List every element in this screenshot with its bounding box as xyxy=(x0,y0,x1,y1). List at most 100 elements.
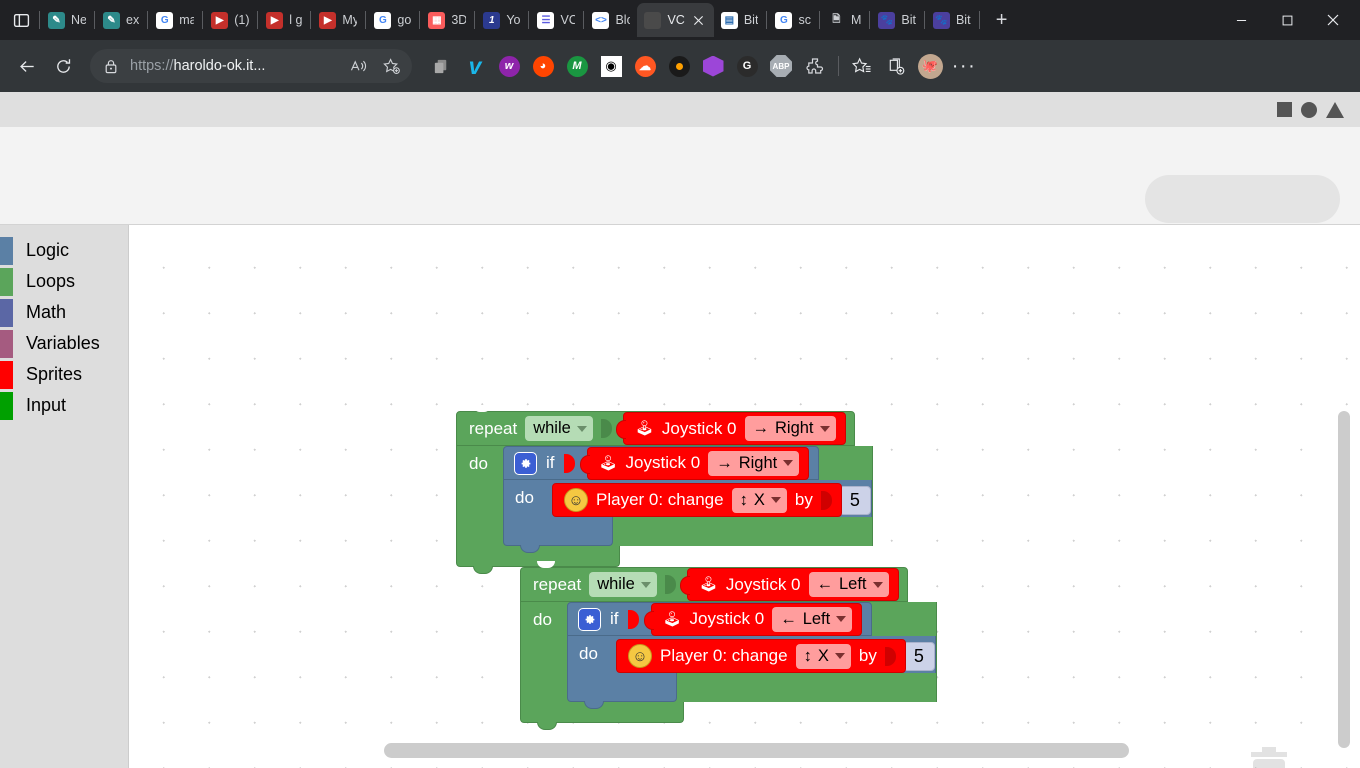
hexagon-icon[interactable] xyxy=(696,49,730,83)
collections-icon[interactable] xyxy=(879,49,913,83)
repeat-header[interactable]: repeat while 🕹 Joystick 0 → Right xyxy=(456,405,855,446)
joystick-condition-block[interactable]: 🕹 Joystick 0 ← Left xyxy=(643,602,863,636)
axis-dropdown[interactable]: ↕ X xyxy=(731,487,787,513)
browser-tab[interactable]: G sc xyxy=(768,3,818,37)
direction-dropdown[interactable]: ← Left xyxy=(772,606,853,632)
workspace-vertical-scrollbar[interactable] xyxy=(1338,411,1350,748)
repeat-mode-dropdown[interactable]: while xyxy=(525,416,593,441)
repeat-while-block[interactable]: repeat while 🕹 Joystick 0 → Right do if … xyxy=(456,405,873,574)
browser-tab[interactable]: ▤ Bit xyxy=(714,3,766,37)
tab-list-icon[interactable] xyxy=(4,3,38,37)
browser-tab[interactable]: 🐾 Bit xyxy=(926,3,978,37)
browser-tab[interactable]: ▶ My xyxy=(312,3,364,37)
back-arrow-icon[interactable] xyxy=(10,49,44,83)
tab-divider xyxy=(923,11,925,29)
joystick-label: Joystick 0 xyxy=(689,609,765,628)
chevron-down-icon xyxy=(640,581,651,588)
reddit-enhance-icon[interactable]: ◕ xyxy=(526,49,560,83)
axis-dropdown[interactable]: ↕ X xyxy=(795,643,851,669)
block-stack[interactable]: repeat while 🕹 Joystick 0 → Right do if … xyxy=(456,405,873,574)
close-button[interactable] xyxy=(1310,0,1356,40)
joystick-condition-block[interactable]: 🕹 Joystick 0 → Right xyxy=(615,412,846,445)
player-change-block[interactable]: ☺ Player 0: change ↕ X by xyxy=(616,639,906,673)
tab-label: sc xyxy=(798,13,811,27)
toolbox-category-logic[interactable]: Logic xyxy=(0,235,128,266)
address-bar[interactable]: https://haroldo-ok.it... xyxy=(90,49,412,83)
copy-stack-icon[interactable] xyxy=(424,49,458,83)
browser-tab[interactable]: ✎ ex xyxy=(96,3,146,37)
joystick-icon: 🕹 xyxy=(662,610,682,628)
direction-dropdown[interactable]: ← Left xyxy=(808,572,889,597)
stop-button[interactable] xyxy=(1277,102,1292,117)
direction-dropdown[interactable]: → Right xyxy=(744,416,836,441)
joystick-condition-block[interactable]: 🕹 Joystick 0 ← Left xyxy=(679,568,899,601)
browser-tab[interactable]: 1 Yo xyxy=(476,3,527,37)
browser-tab[interactable]: G go xyxy=(367,3,418,37)
browser-tab[interactable]: ☰ VC xyxy=(530,3,582,37)
browser-tab[interactable]: 🗎 M xyxy=(821,3,868,37)
settings-more-icon[interactable]: ··· xyxy=(947,49,981,83)
archive-icon[interactable]: M xyxy=(560,49,594,83)
grammarly-icon[interactable]: G xyxy=(730,49,764,83)
page-content: Logic Loops Math Variables Sprites Input xyxy=(0,92,1360,768)
puzzle-icon[interactable] xyxy=(798,49,832,83)
repeat-mode-dropdown[interactable]: while xyxy=(589,572,657,597)
record-button[interactable] xyxy=(1301,101,1317,118)
read-aloud-icon[interactable] xyxy=(344,52,372,80)
new-tab-button[interactable]: + xyxy=(987,5,1017,35)
if-header[interactable]: if 🕹 Joystick 0 ← Left xyxy=(567,602,873,636)
number-field[interactable]: 5 xyxy=(902,641,935,671)
tab-divider xyxy=(978,11,980,29)
repeat-header[interactable]: repeat while 🕹 Joystick 0 ← Left xyxy=(520,561,908,602)
cloud-upload-icon[interactable]: ☁ xyxy=(628,49,662,83)
direction-glyph: ← xyxy=(816,575,834,593)
vimeo-icon[interactable]: v xyxy=(458,49,492,83)
vinyl-icon[interactable] xyxy=(662,49,696,83)
toolbox-category-input[interactable]: Input xyxy=(0,390,128,421)
direction-dropdown[interactable]: → Right xyxy=(708,450,800,476)
close-icon[interactable] xyxy=(691,12,707,28)
toolbar-divider xyxy=(838,56,839,76)
condition-socket xyxy=(664,575,676,594)
gear-icon[interactable] xyxy=(514,451,537,475)
favorites-icon[interactable] xyxy=(845,49,879,83)
reload-icon[interactable] xyxy=(46,49,80,83)
trash-can-icon[interactable] xyxy=(1241,742,1297,768)
browser-tab[interactable]: ✎ Ne xyxy=(41,3,93,37)
play-button[interactable] xyxy=(1326,101,1344,118)
wallet-icon[interactable]: w xyxy=(492,49,526,83)
if-block[interactable]: if 🕹 Joystick 0 ← Left do ☺ Player 0: ch… xyxy=(567,602,936,709)
joystick-condition-block[interactable]: 🕹 Joystick 0 → Right xyxy=(579,446,810,480)
eye-icon[interactable]: ◉ xyxy=(594,49,628,83)
toolbox-category-loops[interactable]: Loops xyxy=(0,266,128,297)
browser-tab[interactable]: ▦ 3D xyxy=(421,3,473,37)
tab-divider xyxy=(39,11,40,29)
if-header[interactable]: if 🕹 Joystick 0 → Right xyxy=(503,446,820,480)
browser-tab[interactable]: 🐾 Bit xyxy=(871,3,923,37)
browser-tab-active[interactable]: VC xyxy=(637,3,714,37)
workspace-horizontal-scrollbar[interactable] xyxy=(384,743,1129,758)
toolbox-category-sprites[interactable]: Sprites xyxy=(0,359,128,390)
player-change-block[interactable]: ☺ Player 0: change ↕ X by xyxy=(552,483,842,517)
browser-tab[interactable]: G ma xyxy=(149,3,201,37)
block-stack[interactable]: repeat while 🕹 Joystick 0 ← Left do if 🕹… xyxy=(520,561,937,730)
blockly-icon xyxy=(644,11,662,29)
adblock-plus-icon[interactable]: ABP xyxy=(764,49,798,83)
browser-tab[interactable]: <> Blo xyxy=(585,3,637,37)
profile-avatar[interactable]: 🐙 xyxy=(913,49,947,83)
blockly-workspace[interactable]: repeat while 🕹 Joystick 0 → Right do if … xyxy=(129,225,1360,768)
category-label: Input xyxy=(26,395,67,415)
add-favorite-icon[interactable] xyxy=(378,52,406,80)
gear-icon[interactable] xyxy=(578,607,601,631)
toolbox-category-math[interactable]: Math xyxy=(0,297,128,328)
browser-chrome: ✎ Ne ✎ ex G ma ▶ (1) ▶ l g ▶ My G go ▦ 3… xyxy=(0,0,1360,92)
minimize-button[interactable] xyxy=(1218,0,1264,40)
tab-label: Bit xyxy=(955,13,971,27)
browser-tab[interactable]: ▶ l g xyxy=(259,3,309,37)
browser-tab[interactable]: ▶ (1) xyxy=(204,3,256,37)
repeat-while-block[interactable]: repeat while 🕹 Joystick 0 ← Left do if 🕹… xyxy=(520,561,937,730)
toolbox-category-variables[interactable]: Variables xyxy=(0,328,128,359)
maximize-button[interactable] xyxy=(1264,0,1310,40)
number-field[interactable]: 5 xyxy=(838,485,871,515)
if-block[interactable]: if 🕹 Joystick 0 → Right do ☺ Player 0: c… xyxy=(503,446,872,553)
